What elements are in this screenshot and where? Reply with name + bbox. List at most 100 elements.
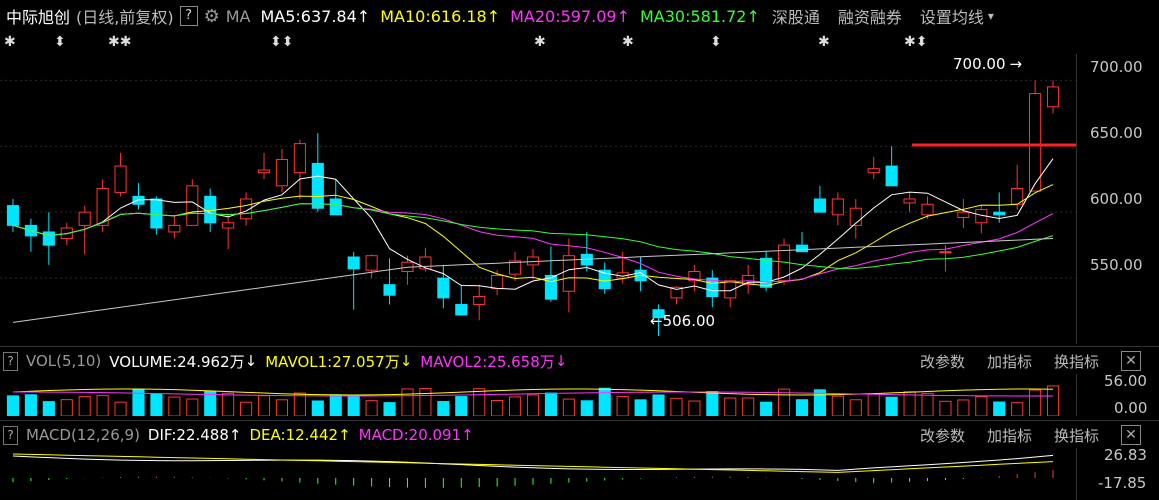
ma30-arrow: ↑ <box>746 6 760 26</box>
low-price-value: 506.00 <box>662 312 716 330</box>
event-marker[interactable]: ✱✱ <box>108 34 131 50</box>
chevron-down-icon[interactable]: ▾ <box>988 9 994 23</box>
candle-body[interactable] <box>383 284 396 296</box>
event-marker[interactable]: ⬍⬍ <box>270 34 293 50</box>
candle-body[interactable] <box>78 211 91 226</box>
vol-title: VOL(5,10) <box>26 352 102 370</box>
volume-bar <box>419 387 432 416</box>
candle-body[interactable] <box>437 277 450 299</box>
candle-body[interactable] <box>365 255 378 271</box>
volume-tick-56: 56.00 <box>1104 372 1147 390</box>
candle-body[interactable] <box>186 185 199 226</box>
macd-switch-indicator-button[interactable]: 换指标 <box>1054 425 1099 446</box>
volume-bar <box>6 395 20 416</box>
mavol1-arrow: ↓ <box>399 352 413 370</box>
candle-body[interactable] <box>831 198 844 216</box>
macd-panel-buttons: 改参数 加指标 换指标 ✕ <box>906 422 1149 448</box>
event-marker[interactable]: ✱⬍ <box>904 34 927 50</box>
ma5-value: MA5:637.84 <box>260 6 357 26</box>
volume-bar <box>957 399 970 416</box>
gear-icon[interactable]: ⚙ <box>204 6 220 27</box>
candle-body[interactable] <box>150 198 163 229</box>
volume-bar <box>849 399 862 416</box>
macd-chart[interactable] <box>0 448 1076 500</box>
help-button[interactable]: ? <box>179 6 198 26</box>
candlestick-chart[interactable] <box>0 54 1076 344</box>
shenzhen-connect-link[interactable]: 深股通 <box>772 4 820 28</box>
volume-bar <box>867 393 880 416</box>
vol-add-indicator-button[interactable]: 加指标 <box>987 351 1032 372</box>
candle-body[interactable] <box>347 256 360 270</box>
candle-body[interactable] <box>275 158 289 187</box>
price-tick-550: 550.00 <box>1090 256 1143 274</box>
candle-body[interactable] <box>885 165 898 187</box>
macd-add-indicator-button[interactable]: 加指标 <box>987 425 1032 446</box>
low-price-marker: ←506.00 <box>650 312 715 330</box>
candle-body[interactable] <box>1029 93 1042 192</box>
candle-body[interactable] <box>114 165 127 193</box>
event-marker[interactable]: ✱ <box>4 34 16 50</box>
candle-body[interactable] <box>562 255 575 292</box>
chart-header: 中际旭创 (日线,前复权) ? ⚙ MA MA5:637.84 ↑ MA10:61… <box>0 0 1159 32</box>
macd-params-button[interactable]: 改参数 <box>920 425 965 446</box>
candle-body[interactable] <box>6 205 20 226</box>
volume-bar <box>437 401 450 416</box>
dif-arrow: ↑ <box>228 426 242 444</box>
candle-body[interactable] <box>921 203 934 216</box>
candle-body[interactable] <box>204 195 217 224</box>
arrow-left-icon: ← <box>650 312 663 330</box>
vol-panel-buttons: 改参数 加指标 换指标 ✕ <box>906 348 1149 374</box>
candle-body[interactable] <box>993 211 1006 216</box>
event-marker[interactable]: ✱ <box>534 34 546 50</box>
volume-bar <box>42 401 55 416</box>
event-marker[interactable]: ✱ <box>818 34 830 50</box>
stock-name[interactable]: 中际旭创 <box>6 4 70 28</box>
candle-body[interactable] <box>1046 86 1060 108</box>
candle-body[interactable] <box>293 143 306 174</box>
dea-value: DEA:12.442 <box>249 426 339 444</box>
macd-close-icon[interactable]: ✕ <box>1121 425 1141 445</box>
margin-trading-link[interactable]: 融资融券 <box>838 4 902 28</box>
candle-body[interactable] <box>544 274 557 300</box>
volume-bar <box>24 394 37 416</box>
candle-body[interactable] <box>96 187 109 226</box>
candle-body[interactable] <box>760 257 773 288</box>
volume-bar <box>706 390 719 416</box>
candle-body[interactable] <box>311 162 324 209</box>
candle-body[interactable] <box>813 198 826 213</box>
volume-bar <box>975 395 988 416</box>
volume-chart[interactable] <box>0 374 1076 416</box>
dea-arrow: ↑ <box>338 426 351 444</box>
vol-help-button[interactable]: ? <box>3 351 18 371</box>
candle-body[interactable] <box>957 211 970 218</box>
candle-body[interactable] <box>903 198 916 204</box>
ma-label: MA <box>225 6 251 26</box>
event-marker[interactable]: ✱ <box>622 34 634 50</box>
vol-switch-indicator-button[interactable]: 换指标 <box>1054 351 1099 372</box>
event-marker[interactable]: ⬍ <box>710 34 722 50</box>
volume-bar <box>993 401 1006 416</box>
macd-help-button[interactable]: ? <box>3 425 18 445</box>
candle-body[interactable] <box>222 222 235 229</box>
candle-body[interactable] <box>795 244 809 253</box>
dea-line <box>12 453 1054 473</box>
candle-body[interactable] <box>168 224 181 233</box>
ma-settings-link[interactable]: 设置均线 <box>920 4 984 28</box>
candle-body[interactable] <box>491 274 504 290</box>
candle-body[interactable] <box>455 303 468 316</box>
ma30-value: MA30:581.72 <box>639 6 747 26</box>
event-marker[interactable]: ⬍ <box>54 34 66 50</box>
candle-body[interactable] <box>939 251 952 254</box>
period-label: (日线,前复权) <box>76 8 174 27</box>
vol-params-button[interactable]: 改参数 <box>920 351 965 372</box>
vol-close-icon[interactable]: ✕ <box>1121 351 1141 371</box>
candle-body[interactable] <box>473 296 486 305</box>
candle-body[interactable] <box>419 256 432 270</box>
candle-body[interactable] <box>867 168 880 174</box>
macd-tick-low: -17.85 <box>1098 474 1147 492</box>
candle-body[interactable] <box>257 169 271 174</box>
candle-body[interactable] <box>329 198 342 216</box>
volume-bar <box>831 395 844 416</box>
volume-bar <box>347 395 360 416</box>
event-marker-row: ✱ ⬍ ✱✱ ⬍⬍ ✱ ✱ ⬍ ✱ ✱⬍ <box>0 34 1060 54</box>
